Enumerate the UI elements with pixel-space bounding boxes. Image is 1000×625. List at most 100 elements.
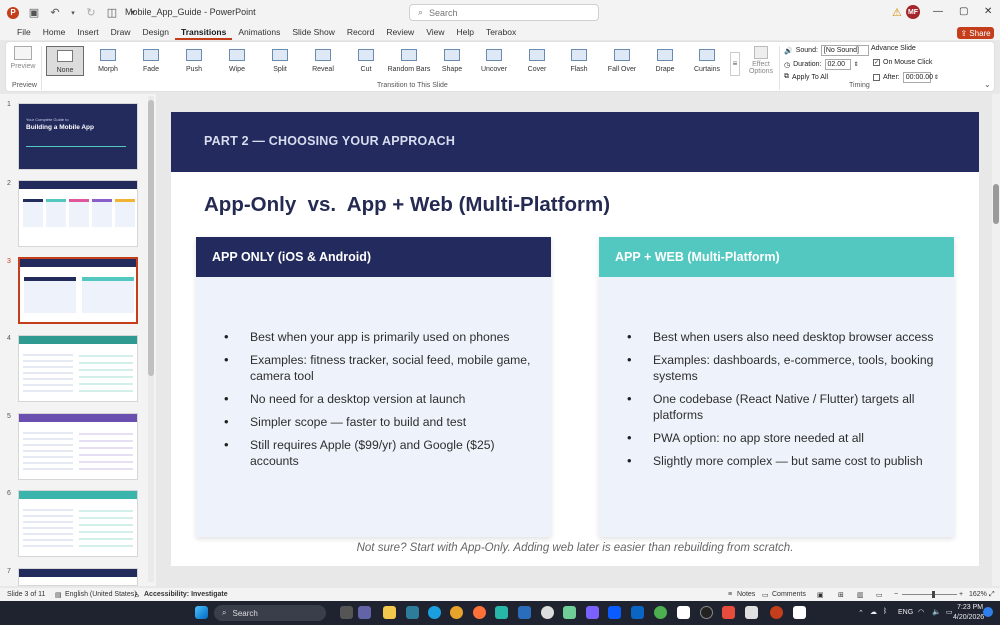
chatgpt-icon[interactable] [541, 606, 554, 619]
transition-cover[interactable]: Cover [518, 46, 556, 73]
transition-morph[interactable]: Morph [89, 46, 127, 73]
tab-review[interactable]: Review [380, 25, 420, 40]
tab-view[interactable]: View [420, 25, 450, 40]
slide-title[interactable]: App-Only vs. App + Web (Multi-Platform) [204, 193, 610, 217]
zoom-out-icon[interactable]: − [894, 591, 898, 598]
tab-help[interactable]: Help [450, 25, 479, 40]
zoom-slider[interactable] [902, 594, 957, 595]
zoom-in-icon[interactable]: + [959, 591, 963, 598]
word-icon[interactable] [518, 606, 531, 619]
tab-terabox[interactable]: Terabox [480, 25, 522, 40]
tab-design[interactable]: Design [137, 25, 175, 40]
search-box[interactable]: ⌕ [409, 4, 599, 21]
close-icon[interactable]: ✕ [984, 6, 992, 17]
transition-none[interactable]: None [46, 46, 84, 76]
accessibility-status[interactable]: Accessibility: Investigate [144, 591, 228, 598]
slide-thumbnail-4[interactable] [18, 335, 138, 402]
duration-input[interactable]: 02.00 [824, 59, 851, 70]
language-status[interactable]: English (United States) [65, 591, 137, 598]
thumbnail-scroll-thumb[interactable] [148, 100, 154, 376]
vscode-icon[interactable] [586, 606, 599, 619]
transition-fade[interactable]: Fade [132, 46, 170, 73]
transition-wipe[interactable]: Wipe [218, 46, 256, 73]
zoom-level[interactable]: 162% [969, 591, 987, 598]
slide-thumbnail-1[interactable]: Your Complete Guide to Building a Mobile… [18, 103, 138, 170]
notes-button[interactable]: Notes [737, 591, 755, 598]
section-header[interactable]: PART 2 — CHOOSING YOUR APPROACH [204, 134, 455, 148]
fit-slide-icon[interactable]: ⤢ [989, 591, 995, 599]
browser-icon[interactable] [654, 606, 667, 619]
minimize-icon[interactable]: — [933, 6, 943, 17]
sound-dropdown[interactable]: [No Sound] [820, 45, 869, 56]
zoom-app-icon[interactable] [608, 606, 621, 619]
gallery-more-icon[interactable]: ≡ [730, 52, 740, 76]
slide-show-icon[interactable]: ▭ [876, 591, 883, 599]
input-language[interactable]: ENG [898, 609, 913, 616]
gemini-icon[interactable] [563, 606, 576, 619]
apply-all-button[interactable]: ⧉ Apply To All [784, 73, 828, 81]
tray-chevron-icon[interactable]: ⌃ [858, 609, 864, 617]
transition-curtains[interactable]: Curtains [688, 46, 726, 73]
avatar[interactable]: MF [906, 5, 920, 19]
transition-cut[interactable]: Cut [347, 46, 385, 73]
slide-thumbnail-2[interactable] [18, 180, 138, 247]
redo-icon[interactable]: ↻ [85, 7, 97, 19]
transition-random-bars[interactable]: Random Bars [386, 46, 432, 73]
firefox-icon[interactable] [473, 606, 486, 619]
effect-options-button[interactable]: Effect Options [747, 46, 775, 75]
tab-home[interactable]: Home [37, 25, 72, 40]
share-button[interactable]: ⇪ Share [957, 27, 994, 39]
on-mouse-click-checkbox[interactable]: ✓ On Mouse Click [873, 59, 932, 66]
after-stepper[interactable]: ⇕ [934, 74, 939, 81]
slide-scroll-thumb[interactable] [993, 184, 999, 224]
language-icon[interactable]: ▤ [55, 591, 62, 599]
transition-shape[interactable]: Shape [433, 46, 471, 73]
tab-file[interactable]: File [11, 25, 37, 40]
battery-icon[interactable]: ▭ [946, 608, 953, 616]
acrobat-icon[interactable] [722, 606, 735, 619]
tab-animations[interactable]: Animations [232, 25, 286, 40]
taskbar-search[interactable]: ⌕ Search [214, 605, 326, 621]
warning-icon[interactable]: ⚠ [892, 6, 902, 19]
save-icon[interactable]: ▣ [28, 7, 40, 19]
undo-icon[interactable]: ↶ [49, 7, 61, 19]
accessibility-icon[interactable]: ♿ [134, 591, 140, 599]
windows-start-icon[interactable] [195, 606, 208, 619]
thumbnail-scrollbar[interactable] [148, 96, 154, 582]
transition-split[interactable]: Split [261, 46, 299, 73]
volume-icon[interactable]: 🔈 [932, 608, 941, 616]
slide-scrollbar[interactable] [992, 94, 1000, 586]
notification-icon[interactable] [983, 607, 993, 617]
duration-stepper[interactable]: ⇕ [854, 61, 859, 68]
transition-drape[interactable]: Drape [646, 46, 684, 73]
edge-icon[interactable] [428, 606, 441, 619]
app-only-column[interactable]: APP ONLY (iOS & Android) Best when your … [196, 237, 551, 537]
transition-fall-over[interactable]: Fall Over [603, 46, 641, 73]
undo-dropdown-icon[interactable]: ▾ [70, 7, 76, 19]
task-view-icon[interactable] [340, 606, 353, 619]
clock-time[interactable]: 7:23 PM [957, 604, 983, 611]
comments-button[interactable]: Comments [772, 591, 806, 598]
slide-thumbnail-3[interactable] [18, 257, 138, 324]
notes-icon[interactable]: ≡ [728, 591, 732, 598]
linkedin-icon[interactable] [631, 606, 644, 619]
tab-record[interactable]: Record [341, 25, 380, 40]
slide-footnote[interactable]: Not sure? Start with App-Only. Adding we… [171, 542, 979, 554]
transition-flash[interactable]: Flash [560, 46, 598, 73]
amazon-icon[interactable] [677, 606, 690, 619]
restore-icon[interactable]: ▢ [959, 6, 968, 17]
tab-transitions[interactable]: Transitions [174, 25, 233, 40]
powerpoint-taskbar-icon[interactable] [770, 606, 783, 619]
present-icon[interactable]: ◫ [106, 7, 118, 19]
comments-icon[interactable]: ▭ [762, 591, 769, 599]
zoom-slider-thumb[interactable] [932, 591, 935, 598]
slide-thumbnail-7[interactable] [18, 568, 138, 586]
clock-date[interactable]: 4/20/2026 [953, 614, 984, 621]
preview-button[interactable]: Preview [10, 46, 36, 70]
tab-insert[interactable]: Insert [71, 25, 104, 40]
transition-push[interactable]: Push [175, 46, 213, 73]
slide-thumbnail-6[interactable] [18, 490, 138, 557]
tab-draw[interactable]: Draw [105, 25, 137, 40]
app-icon-2[interactable] [745, 606, 758, 619]
tab-slide-show[interactable]: Slide Show [286, 25, 341, 40]
